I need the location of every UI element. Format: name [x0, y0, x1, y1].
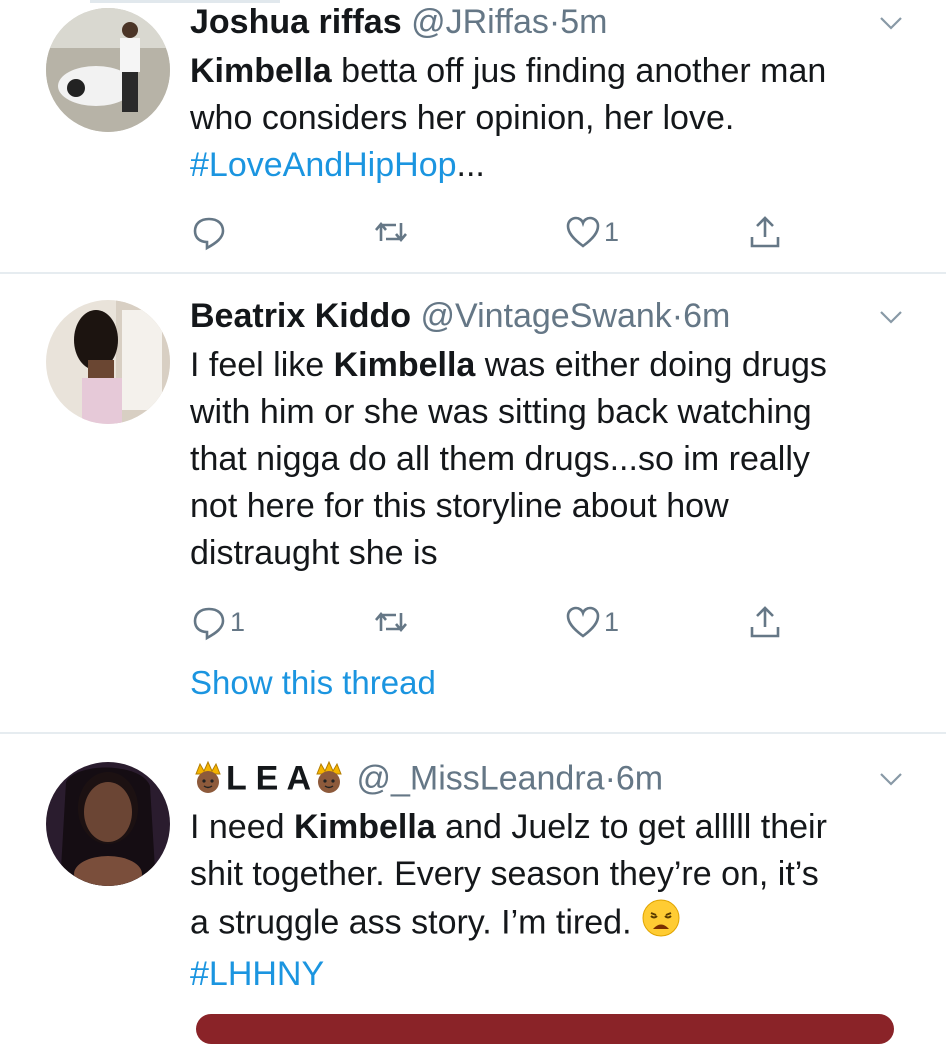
- mention-keyword: Kimbella: [333, 346, 476, 384]
- text-line: betta off jus finding another man: [331, 52, 827, 90]
- like-count: 1: [604, 606, 620, 637]
- display-name[interactable]: L E A: [226, 759, 311, 797]
- princess-icon: [311, 758, 347, 803]
- text-line: I feel like: [190, 346, 334, 384]
- hashtag-link[interactable]: #LoveAndHipHop: [190, 146, 457, 184]
- tweet-actions: 1 1: [190, 600, 910, 644]
- text-line: that nigga do all them drugs...so im rea…: [190, 440, 810, 478]
- like-button[interactable]: 1: [564, 210, 619, 254]
- tweet[interactable]: Beatrix Kiddo @VintageSwank·6m I feel li…: [0, 272, 946, 734]
- mention-keyword: Kimbella: [190, 52, 332, 90]
- text-line: I need: [190, 808, 294, 846]
- text-line: not here for this storyline about how: [190, 487, 729, 525]
- retweet-button[interactable]: [372, 210, 412, 254]
- separator: ·: [548, 3, 561, 41]
- avatar[interactable]: [46, 762, 170, 886]
- reply-count: 1: [230, 606, 246, 637]
- tweet-actions: 1: [190, 210, 910, 254]
- tweet-header: Joshua riffas @JRiffas·5m: [190, 2, 607, 42]
- chevron-down-icon[interactable]: [878, 766, 904, 792]
- text-line: distraught she is: [190, 534, 438, 572]
- heart-icon: [566, 216, 600, 248]
- retweet-button[interactable]: [372, 600, 412, 644]
- share-button[interactable]: [746, 600, 784, 644]
- text-line: shit together. Every season they’re on, …: [190, 855, 819, 893]
- reply-button[interactable]: [190, 210, 230, 254]
- tweet-header: Beatrix Kiddo @VintageSwank·6m: [190, 296, 730, 336]
- princess-icon: [190, 758, 226, 803]
- user-handle[interactable]: @VintageSwank: [421, 297, 672, 335]
- avatar[interactable]: [46, 8, 170, 132]
- mention-keyword: Kimbella: [293, 808, 436, 846]
- like-button[interactable]: 1: [564, 600, 619, 644]
- like-count: 1: [604, 216, 620, 247]
- reply-button[interactable]: 1: [190, 600, 245, 644]
- tweet-text: I feel like Kimbella was either doing dr…: [190, 342, 910, 577]
- retweet-icon: [375, 221, 407, 243]
- avatar[interactable]: [46, 300, 170, 424]
- share-icon: [750, 606, 780, 638]
- text-line: with him or she was sitting back watchin…: [190, 393, 812, 431]
- hashtag-link[interactable]: #LHHNY: [190, 955, 324, 993]
- retweet-icon: [375, 611, 407, 633]
- text-line: a struggle ass story. I’m tired.: [190, 903, 632, 942]
- user-handle[interactable]: @JRiffas: [411, 3, 549, 41]
- timestamp[interactable]: 5m: [560, 3, 607, 41]
- text-line: was either doing drugs: [475, 346, 827, 384]
- show-thread-link[interactable]: Show this thread: [190, 664, 436, 702]
- user-handle[interactable]: @_MissLeandra: [356, 759, 604, 797]
- text-line: who considers her opinion, her love.: [190, 99, 735, 137]
- tweet-header: L E A @_MissLeandra·6m: [190, 758, 663, 803]
- separator: ·: [671, 297, 684, 335]
- chevron-down-icon[interactable]: [878, 304, 904, 330]
- separator: ·: [604, 759, 616, 798]
- share-icon: [750, 216, 780, 248]
- tweet-text: I need Kimbella and Juelz to get alllll …: [190, 804, 910, 998]
- timestamp[interactable]: 6m: [616, 759, 663, 797]
- heart-icon: [566, 606, 600, 638]
- reply-icon: [193, 607, 225, 641]
- tweet[interactable]: Joshua riffas @JRiffas·5m Kimbella betta…: [0, 0, 946, 274]
- display-name[interactable]: Beatrix Kiddo: [190, 297, 411, 335]
- display-name[interactable]: Joshua riffas: [190, 3, 402, 41]
- weary-face-icon: [641, 898, 681, 951]
- tweet-text: Kimbella betta off jus finding another m…: [190, 48, 910, 189]
- share-button[interactable]: [746, 210, 784, 254]
- reply-icon: [193, 217, 225, 251]
- text-line: and Juelz to get alllll their: [435, 808, 827, 846]
- tweet[interactable]: L E A @_MissLeandra·6m I need Kimbella a…: [0, 732, 946, 1024]
- chevron-down-icon[interactable]: [878, 10, 904, 36]
- next-item-button[interactable]: [196, 1014, 894, 1044]
- timestamp[interactable]: 6m: [683, 297, 730, 335]
- ellipsis: ...: [456, 146, 485, 184]
